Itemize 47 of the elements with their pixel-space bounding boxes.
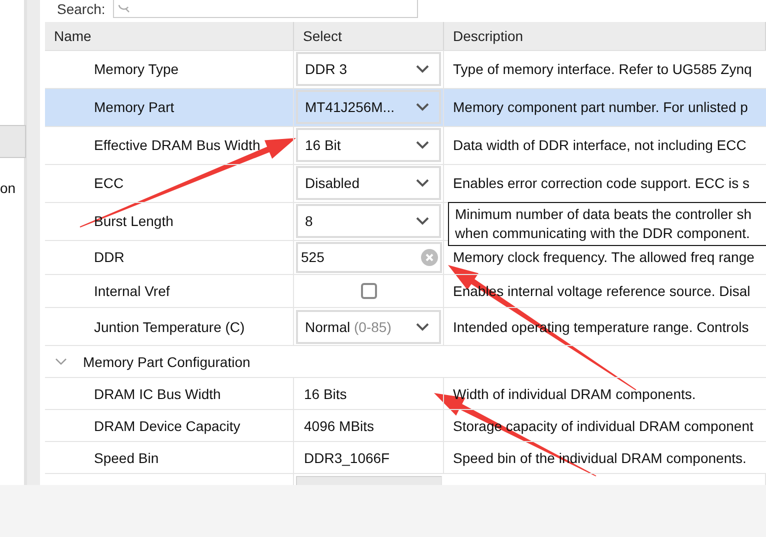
- description-text: Enables error correction code support. ECC is s: [453, 175, 750, 192]
- input-field[interactable]: 525: [296, 242, 442, 273]
- column-header[interactable]: Name: [45, 22, 294, 50]
- dropdown[interactable]: Disabled: [296, 166, 441, 200]
- value-text: DDR3_1066F: [304, 450, 390, 466]
- property-name: Burst Length: [94, 213, 174, 230]
- value-text: 4096 MBits: [304, 418, 374, 434]
- description-text: Memory component part number. For unlisted p: [453, 99, 748, 116]
- property-name: Effective DRAM Bus Width: [94, 137, 260, 154]
- description-text: Type of memory interface. Refer to UG585 Zynq: [453, 61, 752, 78]
- property-name: Speed Bin: [94, 450, 159, 466]
- chevron-down-icon: [416, 141, 429, 150]
- property-name: Juntion Temperature (C): [94, 318, 245, 335]
- side-label: on: [0, 180, 17, 196]
- property-name: DDR: [94, 249, 124, 266]
- chevron-down-icon: [416, 322, 429, 331]
- dropdown[interactable]: 16 Bit: [296, 128, 441, 162]
- dropdown[interactable]: 8: [296, 204, 441, 238]
- dropdown[interactable]: DDR 3: [296, 52, 441, 86]
- property-name: Memory Type: [94, 61, 179, 78]
- description-text: Speed bin of the individual DRAM components.: [453, 450, 746, 466]
- property-name: DRAM Device Capacity: [94, 418, 240, 434]
- chevron-down-icon: [416, 103, 429, 112]
- tooltip: Minimum number of data beats the controller sh when communicating with the DDR component.: [448, 202, 766, 246]
- column-header[interactable]: Description: [444, 22, 766, 50]
- dropdown[interactable]: MT41J256M...: [296, 90, 441, 124]
- description-text: Width of individual DRAM components.: [453, 386, 696, 402]
- chevron-down-icon[interactable]: [55, 358, 67, 366]
- group-label: Memory Part Configuration: [83, 354, 250, 370]
- panel-splitter[interactable]: [27, 0, 40, 485]
- search-field[interactable]: [113, 0, 418, 18]
- value-text: 16 Bits: [304, 386, 347, 402]
- search-label: Search:: [57, 1, 106, 17]
- chevron-down-icon: [416, 179, 429, 188]
- description-text: Memory clock frequency. The allowed freq range: [453, 249, 754, 266]
- property-name: Memory Part: [94, 99, 174, 116]
- side-button[interactable]: [0, 125, 26, 158]
- checkbox[interactable]: [360, 283, 376, 300]
- chevron-down-icon: [416, 217, 429, 226]
- dropdown[interactable]: Normal (0-85): [296, 310, 441, 344]
- clear-icon[interactable]: [421, 248, 438, 266]
- property-name: ECC: [94, 175, 124, 192]
- property-name: Internal Vref: [94, 283, 170, 300]
- property-name: DRAM IC Bus Width: [94, 386, 221, 402]
- column-header[interactable]: Select: [294, 22, 444, 50]
- chevron-down-icon: [416, 65, 429, 74]
- description-text: Data width of DDR interface, not including ECC: [453, 137, 746, 154]
